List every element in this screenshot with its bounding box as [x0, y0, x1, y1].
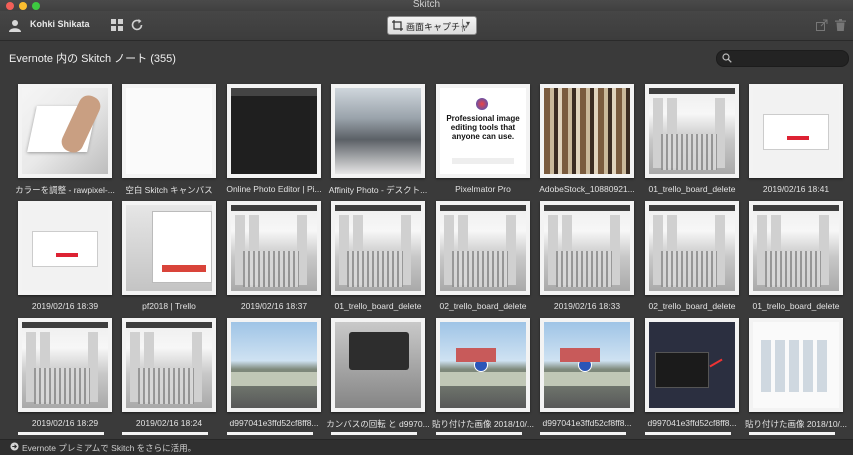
note-thumbnail-partial[interactable]	[436, 432, 522, 435]
toolbar: Kohki Shikata 画面キャプチャ ▾	[0, 11, 853, 41]
note-caption: 貼り付けた画像 2018/10/...	[431, 419, 535, 429]
user-icon[interactable]	[8, 18, 22, 32]
note-thumbnail-partial[interactable]	[18, 432, 104, 435]
trash-icon[interactable]	[835, 19, 846, 31]
note-caption: 2019/02/16 18:33	[553, 301, 621, 311]
note-caption: d997041e3ffd52cf8ff8...	[229, 418, 319, 428]
screen-capture-button[interactable]: 画面キャプチャ ▾	[387, 16, 477, 35]
note-caption: 02_trello_board_delete	[648, 301, 736, 311]
note-caption: d997041e3ffd52cf8ff8...	[542, 418, 632, 428]
note-thumbnail[interactable]	[436, 201, 530, 295]
note-thumbnail-partial[interactable]	[227, 432, 313, 435]
note-thumbnail[interactable]	[749, 318, 843, 412]
note-thumbnail[interactable]	[540, 84, 634, 178]
note-thumbnail[interactable]	[331, 84, 425, 178]
note-thumbnail[interactable]	[227, 84, 321, 178]
share-icon[interactable]	[816, 19, 828, 31]
note-thumbnail[interactable]	[645, 84, 739, 178]
note-thumbnail-partial[interactable]	[645, 432, 731, 435]
screen-capture-icon	[392, 20, 403, 31]
note-thumbnail-partial[interactable]	[540, 432, 626, 435]
note-thumbnail[interactable]	[436, 318, 530, 412]
refresh-icon[interactable]	[130, 18, 144, 32]
note-thumbnail-partial[interactable]	[749, 432, 835, 435]
capture-divider	[462, 19, 463, 32]
note-thumbnail[interactable]	[645, 318, 739, 412]
note-thumbnail[interactable]	[18, 201, 112, 295]
skitch-window: Skitch Kohki Shikata 画面キャプチャ ▾ Evernote …	[0, 0, 853, 455]
note-caption: 2019/02/16 18:39	[31, 301, 99, 311]
note-caption: カラーを調整 - rawpixel-...	[15, 185, 115, 195]
note-thumbnail[interactable]	[749, 201, 843, 295]
note-caption: 02_trello_board_delete	[439, 301, 527, 311]
note-caption: 01_trello_board_delete	[752, 301, 840, 311]
note-caption: Pixelmator Pro	[455, 184, 511, 194]
note-caption: 01_trello_board_delete	[334, 301, 422, 311]
search-box[interactable]	[716, 50, 849, 67]
note-caption: Online Photo Editor | Pi...	[226, 184, 322, 194]
note-thumbnail[interactable]	[18, 318, 112, 412]
search-input[interactable]	[735, 52, 847, 66]
window-title: Skitch	[412, 0, 441, 10]
screen-capture-label: 画面キャプチャ	[406, 22, 469, 32]
search-icon	[722, 53, 732, 63]
note-caption: d997041e3ffd52cf8ff8...	[647, 418, 737, 428]
note-caption: pf2018 | Trello	[142, 301, 196, 311]
note-caption: 2019/02/16 18:29	[31, 418, 99, 428]
account-name[interactable]: Kohki Shikata	[30, 19, 90, 29]
note-thumbnail-partial[interactable]	[331, 432, 417, 435]
note-thumbnail[interactable]	[749, 84, 843, 178]
note-thumbnail[interactable]	[122, 201, 216, 295]
note-thumbnail[interactable]	[331, 318, 425, 412]
chevron-down-icon[interactable]: ▾	[466, 19, 470, 28]
note-thumbnail[interactable]	[645, 201, 739, 295]
footer-bar: Evernote プレミアムで Skitch をさらに活用。	[0, 439, 853, 455]
note-caption: AdobeStock_10880921...	[539, 184, 635, 194]
note-thumbnail[interactable]	[540, 201, 634, 295]
note-caption: 01_trello_board_delete	[648, 184, 736, 194]
note-thumbnail[interactable]	[331, 201, 425, 295]
note-thumbnail[interactable]	[227, 318, 321, 412]
note-thumbnail[interactable]: Professional image editing tools that an…	[436, 84, 530, 178]
arrow-circle-icon[interactable]	[10, 442, 19, 451]
grid-view-icon[interactable]	[111, 19, 123, 31]
note-caption: Affinity Photo - デスクト...	[328, 185, 428, 195]
notes-header: Evernote 内の Skitch ノート (355)	[0, 41, 853, 73]
note-thumbnail[interactable]	[227, 201, 321, 295]
note-thumbnail-partial[interactable]	[122, 432, 208, 435]
note-thumbnail[interactable]	[122, 318, 216, 412]
note-thumbnail[interactable]	[18, 84, 112, 178]
note-caption: カンバスの回転 と d9970...	[326, 419, 430, 429]
title-bar: Skitch	[0, 0, 853, 11]
note-thumbnail[interactable]	[122, 84, 216, 178]
page-title: Evernote 内の Skitch ノート (355)	[9, 53, 176, 65]
upgrade-link[interactable]: Evernote プレミアムで Skitch をさらに活用。	[22, 442, 196, 454]
note-caption: 2019/02/16 18:41	[762, 184, 830, 194]
note-caption: 空白 Skitch キャンバス	[125, 185, 213, 195]
note-caption: 2019/02/16 18:37	[240, 301, 308, 311]
notes-grid: カラーを調整 - rawpixel-... 空白 Skitch キャンバス Onli…	[0, 74, 853, 436]
note-caption: 2019/02/16 18:24	[135, 418, 203, 428]
note-caption: 貼り付けた画像 2018/10/...	[744, 419, 848, 429]
note-thumbnail[interactable]	[540, 318, 634, 412]
